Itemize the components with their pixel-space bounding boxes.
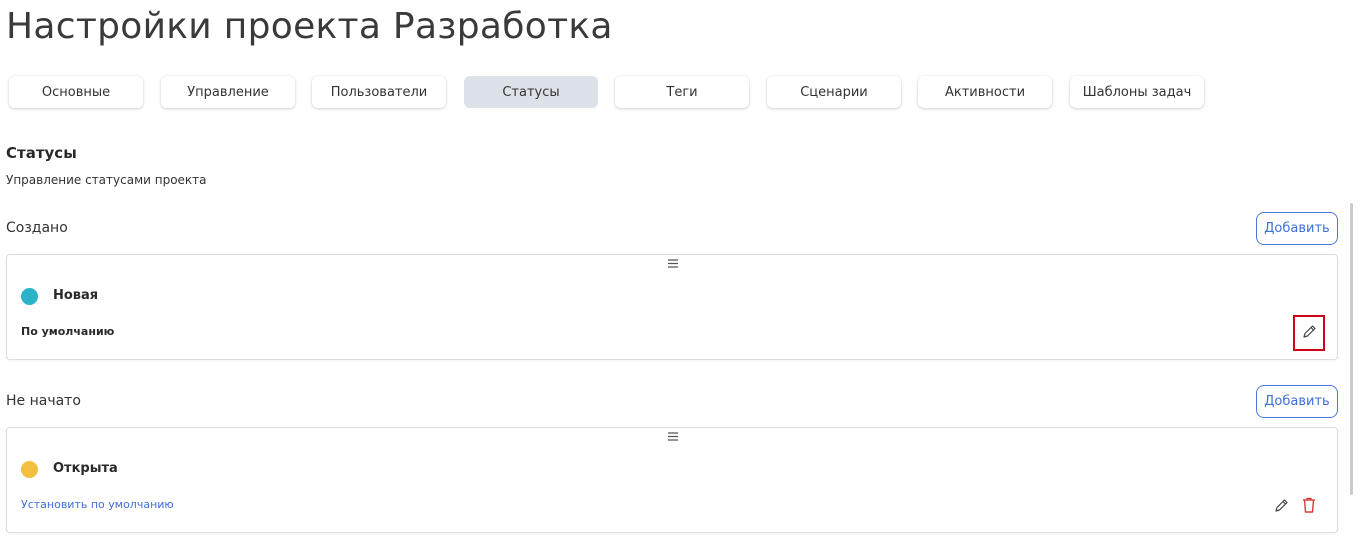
add-status-button[interactable]: Добавить: [1256, 385, 1338, 418]
drag-handle-icon[interactable]: [665, 256, 681, 270]
status-name: Новая: [53, 288, 99, 303]
page-title: Настройки проекта Разработка: [6, 6, 613, 47]
add-status-button[interactable]: Добавить: [1256, 212, 1338, 245]
trash-icon[interactable]: [1299, 495, 1319, 515]
tab-upravlenie[interactable]: Управление: [161, 76, 295, 108]
tab-polzovateli[interactable]: Пользователи: [312, 76, 446, 108]
status-name: Открыта: [53, 461, 118, 476]
group-title-sozdano: Создано: [6, 220, 68, 236]
tab-statusy[interactable]: Статусы: [464, 76, 598, 108]
status-color-dot: [21, 288, 38, 305]
status-color-dot: [21, 461, 38, 478]
tab-osnovnye[interactable]: Основные: [9, 76, 143, 108]
status-card: Новая По умолчанию: [6, 254, 1338, 360]
scrollbar[interactable]: [1350, 203, 1353, 495]
section-title: Статусы: [6, 144, 77, 162]
highlight-box: [1293, 315, 1325, 351]
tab-tegi[interactable]: Теги: [615, 76, 749, 108]
tab-scenarii[interactable]: Сценарии: [767, 76, 901, 108]
tab-aktivnosti[interactable]: Активности: [918, 76, 1052, 108]
group-title-ne-nachato: Не начато: [6, 393, 81, 409]
drag-handle-icon[interactable]: [665, 429, 681, 443]
section-subtitle: Управление статусами проекта: [6, 173, 207, 187]
pencil-icon[interactable]: [1271, 496, 1291, 516]
status-card: Открыта Установить по умолчанию: [6, 427, 1338, 533]
tab-shablony-zadach[interactable]: Шаблоны задач: [1070, 76, 1204, 108]
set-default-link[interactable]: Установить по умолчанию: [21, 498, 174, 511]
default-status-label: По умолчанию: [21, 325, 115, 338]
